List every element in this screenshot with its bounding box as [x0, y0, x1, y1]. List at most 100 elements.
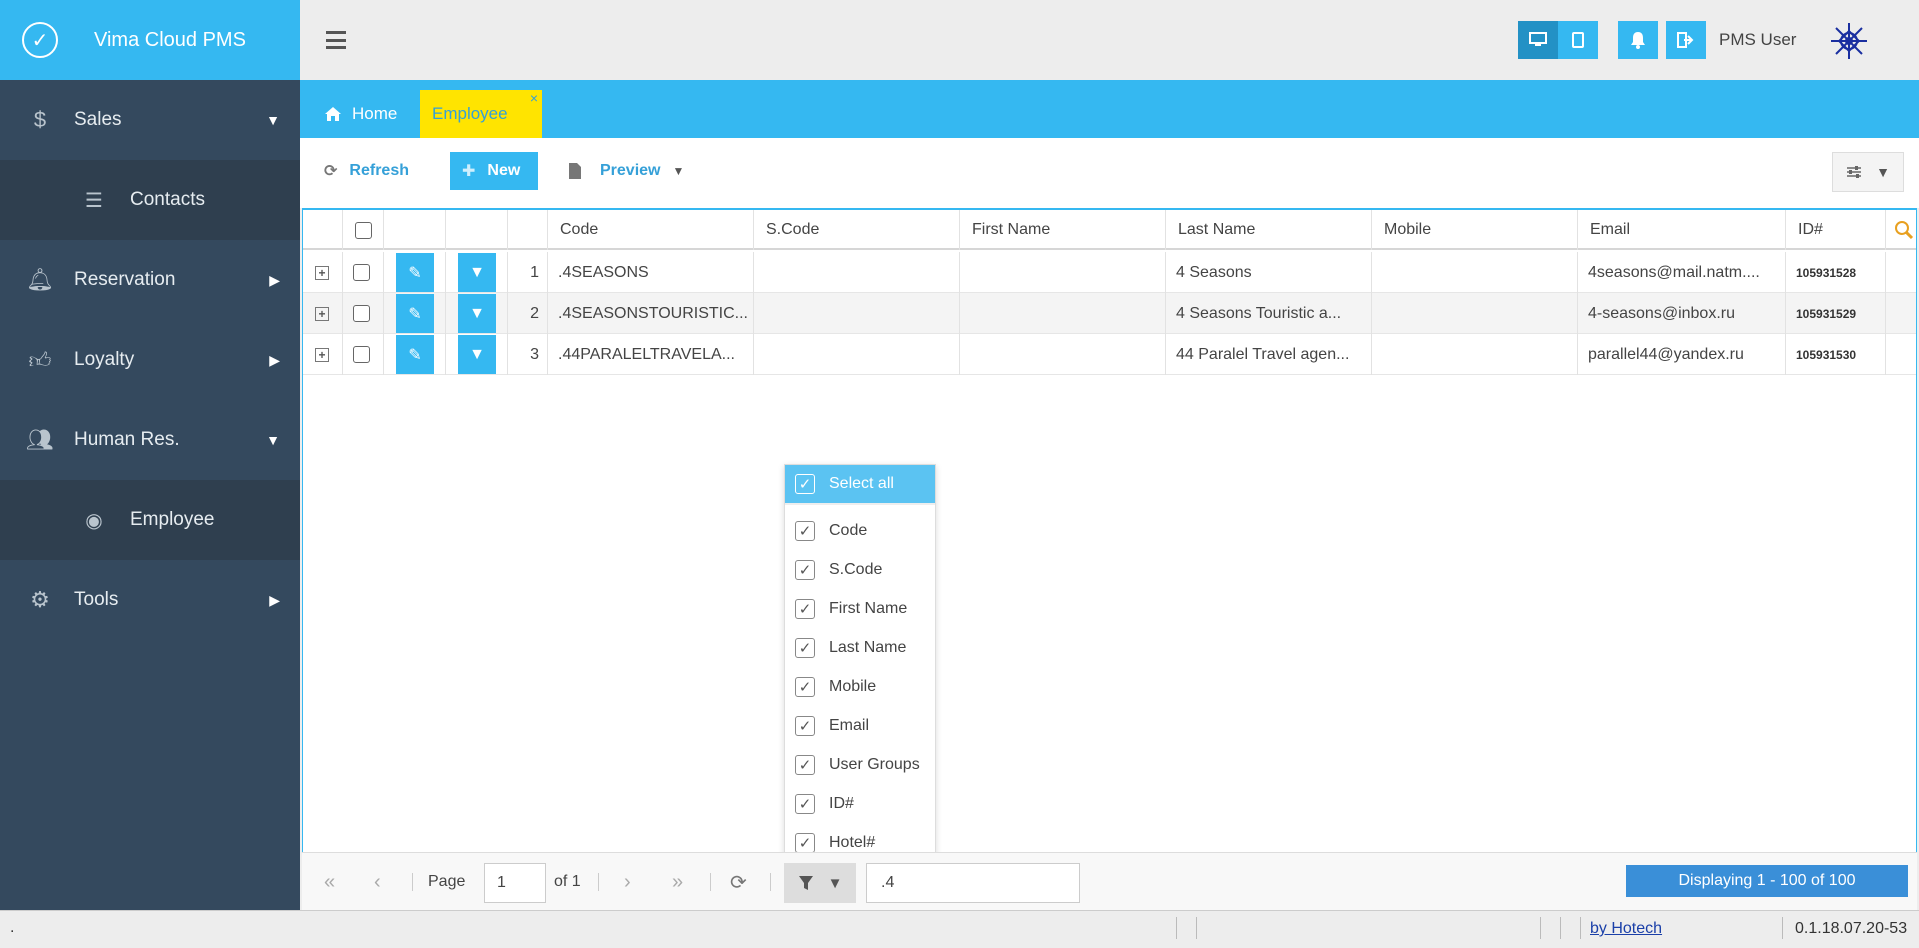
caret-down-icon: ▼	[672, 164, 685, 178]
sidebar-item-sales[interactable]: $ Sales ▼	[0, 80, 300, 160]
table-row[interactable]: + ✎ ▼ 1 .4SEASONS 4 Seasons 4seasons@mai…	[303, 252, 1916, 293]
caret-right-icon: ▶	[269, 591, 280, 608]
previous-page-icon[interactable]: ‹	[374, 853, 381, 911]
checked-checkbox-icon: ✓	[795, 754, 815, 775]
select-cell[interactable]	[343, 252, 384, 293]
new-button[interactable]: ✚ New	[450, 152, 538, 190]
logout-button[interactable]	[1666, 21, 1706, 59]
row-number: 1	[508, 252, 548, 293]
user-avatar-icon[interactable]	[1828, 20, 1870, 62]
select-all-columns-option[interactable]: ✓ Select all	[785, 465, 935, 505]
checked-checkbox-icon: ✓	[795, 474, 815, 494]
header-row-number	[508, 210, 548, 250]
expand-plus-icon[interactable]: +	[315, 265, 329, 280]
tablet-view-button[interactable]	[1558, 21, 1598, 59]
user-name[interactable]: PMS User	[1719, 30, 1796, 50]
expand-plus-icon[interactable]: +	[315, 347, 329, 362]
sidebar-item-loyalty[interactable]: 👍︎ Loyalty ▶	[0, 320, 300, 400]
next-page-icon[interactable]: ›	[624, 853, 631, 911]
edit-cell: ✎	[384, 252, 446, 293]
refresh-button[interactable]: ⟳ Refresh	[324, 152, 409, 190]
desktop-view-button[interactable]	[1518, 21, 1558, 59]
column-header-last-name[interactable]: Last Name	[1166, 210, 1372, 250]
quick-search-input[interactable]	[866, 863, 1080, 903]
cell-email: parallel44@yandex.ru	[1578, 334, 1786, 375]
column-header-scode[interactable]: S.Code	[754, 210, 960, 250]
edit-pencil-button[interactable]: ✎	[396, 294, 434, 333]
option-label: Select all	[829, 475, 894, 492]
sidebar-item-label: Employee	[130, 509, 215, 530]
plus-icon: ✚	[462, 163, 476, 180]
expand-cell[interactable]: +	[303, 293, 343, 334]
select-all-checkbox[interactable]	[355, 221, 372, 239]
tablet-icon	[1572, 32, 1584, 48]
column-option-last-name[interactable]: ✓ Last Name	[785, 628, 935, 667]
edit-pencil-button[interactable]: ✎	[396, 335, 434, 374]
row-dropdown-button[interactable]: ▼	[458, 335, 496, 374]
column-header-mobile[interactable]: Mobile	[1372, 210, 1578, 250]
caret-right-icon: ▶	[269, 351, 280, 368]
refresh-label: Refresh	[349, 162, 409, 179]
filter-dropdown-button[interactable]: ▼	[784, 863, 856, 903]
column-search-button[interactable]	[1886, 210, 1918, 250]
column-option-first-name[interactable]: ✓ First Name	[785, 589, 935, 628]
sidebar-item-human-resources[interactable]: 👥︎ Human Res. ▼	[0, 400, 300, 480]
page-number-input[interactable]	[484, 863, 546, 903]
table-row[interactable]: + ✎ ▼ 2 .4SEASONSTOURISTIC... 4 Seasons …	[303, 293, 1916, 334]
column-header-code[interactable]: Code	[548, 210, 754, 250]
cell-last-name: 4 Seasons	[1166, 252, 1372, 293]
expand-plus-icon[interactable]: +	[315, 306, 329, 321]
expand-cell[interactable]: +	[303, 252, 343, 293]
top-bar: PMS User	[300, 0, 1919, 80]
row-dropdown-button[interactable]: ▼	[458, 294, 496, 333]
action-cell: ▼	[446, 293, 508, 334]
column-header-email[interactable]: Email	[1578, 210, 1786, 250]
dollar-icon: $	[33, 107, 47, 132]
sliders-icon	[1847, 166, 1862, 178]
pager: « ‹ Page of 1 › » ⟳ ▼ Displaying 1 - 100…	[302, 852, 1917, 910]
column-option-code[interactable]: ✓ Code	[785, 511, 935, 550]
column-option-user-groups[interactable]: ✓ User Groups	[785, 745, 935, 784]
column-option-email[interactable]: ✓ Email	[785, 706, 935, 745]
sidebar-item-employee[interactable]: ◉ Employee	[0, 480, 300, 560]
refresh-icon: ⟳	[324, 163, 338, 180]
tab-home[interactable]: Home	[324, 90, 397, 138]
sidebar-item-contacts[interactable]: ☰ Contacts	[0, 160, 300, 240]
document-icon	[569, 163, 581, 179]
select-cell[interactable]	[343, 334, 384, 375]
sidebar-item-tools[interactable]: ⚙ Tools ▶	[0, 560, 300, 640]
cell-id: 105931530	[1786, 334, 1886, 375]
notifications-button[interactable]	[1618, 21, 1658, 59]
cell-scode	[754, 334, 960, 375]
preview-button[interactable]: Preview ▼	[568, 152, 684, 190]
cell-last-name: 4 Seasons Touristic a...	[1166, 293, 1372, 334]
column-option-mobile[interactable]: ✓ Mobile	[785, 667, 935, 706]
row-checkbox[interactable]	[353, 305, 370, 322]
close-tab-icon[interactable]: ×	[530, 90, 538, 106]
refresh-grid-icon[interactable]: ⟳	[730, 853, 747, 911]
thumbs-up-icon: 👍︎	[28, 347, 52, 373]
option-label: Code	[829, 521, 868, 539]
sidebar-item-reservation[interactable]: 🔔︎ Reservation ▶	[0, 240, 300, 320]
last-page-icon[interactable]: »	[672, 853, 683, 911]
hamburger-menu-icon[interactable]	[326, 28, 346, 52]
edit-pencil-button[interactable]: ✎	[396, 253, 434, 292]
grid-settings-button[interactable]: ▼	[1832, 152, 1904, 192]
tab-employee[interactable]: Employee ×	[420, 90, 542, 138]
column-header-first-name[interactable]: First Name	[960, 210, 1166, 250]
column-option-id[interactable]: ✓ ID#	[785, 784, 935, 823]
first-page-icon[interactable]: «	[324, 853, 335, 911]
column-header-id[interactable]: ID#	[1786, 210, 1886, 250]
row-checkbox[interactable]	[353, 264, 370, 281]
row-checkbox[interactable]	[353, 346, 370, 363]
cell-mobile	[1372, 334, 1578, 375]
select-cell[interactable]	[343, 293, 384, 334]
vendor-link[interactable]: by Hotech	[1590, 920, 1662, 938]
caret-down-icon: ▼	[266, 112, 280, 128]
sidebar-item-label: Sales	[74, 109, 122, 130]
row-dropdown-button[interactable]: ▼	[458, 253, 496, 292]
expand-cell[interactable]: +	[303, 334, 343, 375]
table-row[interactable]: + ✎ ▼ 3 .44PARALELTRAVELA... 44 Paralel …	[303, 334, 1916, 375]
caret-down-icon: ▼	[827, 874, 843, 892]
column-option-scode[interactable]: ✓ S.Code	[785, 550, 935, 589]
